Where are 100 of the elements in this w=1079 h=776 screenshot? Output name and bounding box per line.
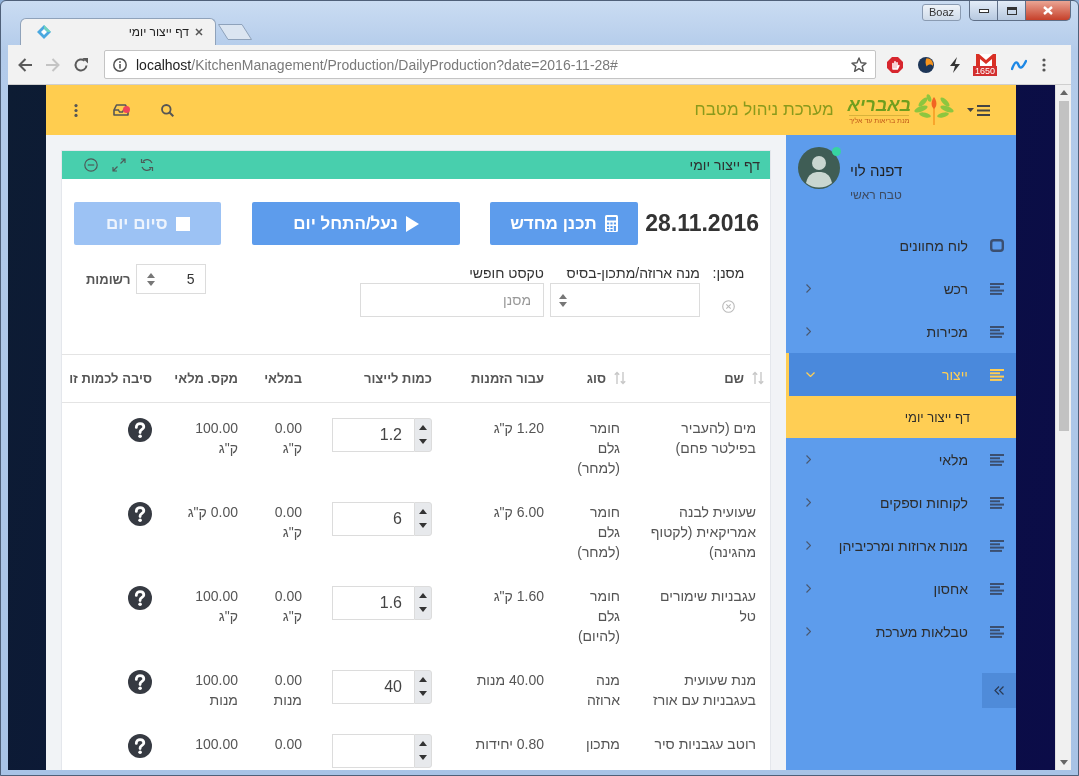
column-header[interactable]: סוג <box>586 370 606 386</box>
menu-item[interactable]: אחסון <box>786 567 1016 610</box>
inbox-icon[interactable] <box>113 104 129 116</box>
up-icon[interactable] <box>419 425 427 430</box>
chevron-right-icon[interactable] <box>806 327 811 336</box>
lines-icon <box>990 282 1004 295</box>
menu-item[interactable]: מלאי <box>786 438 1016 481</box>
table-cell-text: 6.00 ק"ג <box>492 502 545 522</box>
up-icon[interactable] <box>419 593 427 598</box>
table-cell-text: 1.60 ק"ג <box>492 586 545 606</box>
column-header: במלאי <box>264 370 302 386</box>
menu-item[interactable]: רכש <box>786 267 1016 310</box>
page-size-field[interactable]: 5 <box>135 264 206 294</box>
maximize-button[interactable] <box>998 1 1026 21</box>
swirl-icon[interactable] <box>918 56 934 73</box>
menu-item[interactable]: מנות ארוזות ומרכיביהן <box>786 524 1016 567</box>
table-cell-text: 0.00 ק"ג <box>273 502 303 542</box>
table-cell-text: שעועית לבנה אמריקאית (לקטוף מהגינה) <box>649 502 757 562</box>
down-icon[interactable] <box>419 523 427 528</box>
menu-icon[interactable] <box>1042 57 1046 72</box>
table-cell-text: 0.00 ק"ג <box>186 502 239 522</box>
close-window-button[interactable] <box>1026 1 1071 21</box>
question-icon[interactable] <box>128 733 152 758</box>
spinner-buttons[interactable] <box>414 501 432 536</box>
caret-icon[interactable] <box>967 108 974 112</box>
end-day-button: סיום יום <box>74 202 222 245</box>
refresh-icon[interactable] <box>140 158 154 172</box>
question-icon[interactable] <box>128 417 152 442</box>
menu-item[interactable]: טבלאות מערכת <box>786 610 1016 653</box>
scrollbar-thumb[interactable] <box>1058 101 1069 431</box>
stop-hand-icon[interactable] <box>887 56 903 73</box>
spinner-buttons[interactable] <box>414 733 432 768</box>
chevron-right-icon[interactable] <box>806 498 811 507</box>
chevron-right-icon[interactable] <box>806 627 811 636</box>
select-field[interactable] <box>550 283 700 317</box>
question-icon[interactable] <box>128 501 152 526</box>
quantity-field[interactable]: 6 <box>332 501 414 536</box>
quantity-field[interactable] <box>332 733 414 768</box>
down-icon[interactable] <box>419 691 427 696</box>
calculator-icon <box>604 215 618 232</box>
minus-circle-icon[interactable] <box>84 158 98 172</box>
menu-item[interactable]: מכירות <box>786 310 1016 353</box>
up-icon[interactable] <box>419 741 427 746</box>
menu-item[interactable]: לקוחות וספקים <box>786 481 1016 524</box>
up-icon[interactable] <box>1059 90 1068 95</box>
badge-count: 1650 <box>973 65 998 76</box>
back-icon[interactable] <box>17 56 33 73</box>
chevron-right-icon[interactable] <box>806 584 811 593</box>
wave-icon[interactable] <box>1011 58 1027 71</box>
menu-item[interactable]: לוח מחוונים <box>786 224 1016 267</box>
column-header[interactable]: שם <box>724 370 744 386</box>
quantity-field[interactable]: 1.2 <box>332 417 414 452</box>
close-icon[interactable] <box>195 28 203 36</box>
rounded-square-icon <box>990 239 1004 252</box>
table-cell-text: 40.00 מנות <box>475 670 545 690</box>
column-header: עבור הזמנות <box>471 370 544 386</box>
tree-icon <box>913 94 955 126</box>
column-header: מקס. מלאי <box>174 370 238 386</box>
avatar <box>798 147 840 189</box>
spinner-buttons[interactable] <box>414 669 432 704</box>
down-icon[interactable] <box>419 755 427 760</box>
table-cell-text: 100.00 מנות <box>194 670 239 710</box>
chevron-right-icon[interactable] <box>806 455 811 464</box>
menu-icon[interactable] <box>977 104 990 116</box>
lines-icon <box>990 496 1004 509</box>
submenu-item[interactable]: דף ייצור יומי <box>786 396 1016 438</box>
down-icon[interactable] <box>1059 760 1068 765</box>
spinner-buttons[interactable] <box>414 585 432 620</box>
scrollbar[interactable] <box>1055 85 1071 770</box>
minimize-button[interactable] <box>969 1 998 21</box>
up-icon[interactable] <box>419 509 427 514</box>
logo-text: באבריא <box>847 95 911 115</box>
updown-icon <box>146 272 155 286</box>
quantity-field[interactable]: 40 <box>332 669 414 704</box>
field-label: מנה ארוזה/מתכון-בסיס <box>566 264 700 283</box>
reload-icon[interactable] <box>73 56 89 73</box>
table-cell-text: מנה ארוזה <box>585 670 621 710</box>
info-icon[interactable] <box>113 57 127 72</box>
text-field[interactable]: מסנן <box>360 283 544 317</box>
down-icon[interactable] <box>419 439 427 444</box>
address-bar[interactable]: localhost/KitchenManagement/Production/DailyProduction?date=2016-11-28# <box>104 50 876 79</box>
profile-button[interactable]: Boaz <box>921 4 961 21</box>
updown-icon <box>559 293 567 307</box>
up-icon[interactable] <box>419 677 427 682</box>
browser-tab[interactable]: דף ייצור יומי <box>20 18 216 45</box>
down-icon[interactable] <box>419 607 427 612</box>
lightning-icon[interactable] <box>949 56 961 73</box>
search-icon[interactable] <box>161 103 174 117</box>
question-icon[interactable] <box>128 585 152 610</box>
expand-icon[interactable] <box>112 158 126 172</box>
lines-icon <box>990 539 1004 552</box>
minimize-icon <box>978 8 989 13</box>
chevron-right-icon[interactable] <box>806 541 811 550</box>
quantity-field[interactable]: 1.6 <box>332 585 414 620</box>
more-icon[interactable] <box>74 103 78 117</box>
question-icon[interactable] <box>128 669 152 694</box>
app-title: מערכת ניהול מטבח <box>694 100 834 120</box>
chevron-right-icon[interactable] <box>806 284 811 293</box>
star-icon[interactable] <box>851 57 867 72</box>
spinner-buttons[interactable] <box>414 417 432 452</box>
